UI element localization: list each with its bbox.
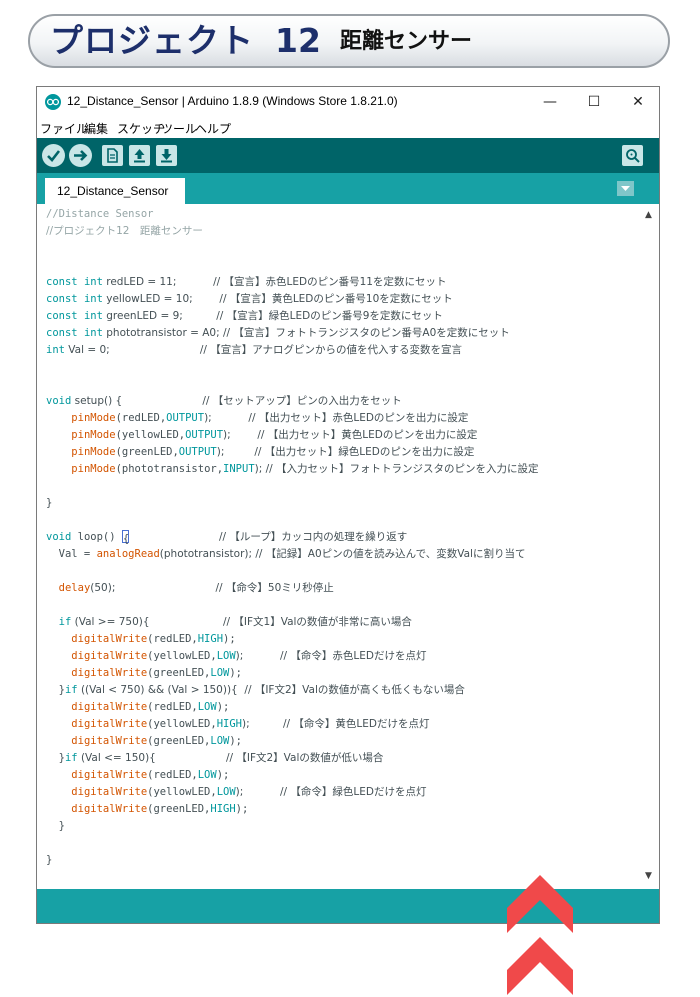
code-line: digitalWrite(redLED,HIGH);	[71, 633, 236, 645]
menu-sketch[interactable]: スケッチ	[117, 120, 165, 137]
code-line: digitalWrite(yellowLED,HIGH); // 【命令】黄色L…	[71, 718, 430, 730]
code-line: digitalWrite(greenLED,LOW);	[71, 735, 242, 747]
open-icon[interactable]	[129, 145, 150, 166]
menu-help[interactable]: ヘルプ	[195, 120, 231, 137]
code-line: int Val = 0; // 【宣言】アナログピンからの値を代入する変数を宣言	[46, 344, 463, 356]
toolbar	[37, 138, 659, 173]
code-line: }	[46, 854, 53, 866]
serial-monitor-icon[interactable]	[622, 145, 643, 166]
arduino-logo-icon	[45, 94, 61, 110]
code-line: }if (Val <= 150){ // 【IF文2】Valの数値が低い場合	[46, 752, 384, 764]
code-line: pinMode(phototransistor,INPUT); // 【入力セッ…	[71, 463, 539, 475]
code-line: const int yellowLED = 10; // 【宣言】黄色LEDのピ…	[46, 293, 453, 305]
code-line: pinMode(greenLED,OUTPUT); // 【出力セット】緑色LE…	[71, 446, 475, 458]
new-icon[interactable]	[102, 145, 123, 166]
minimize-button[interactable]: —	[528, 87, 572, 118]
tab-sketch[interactable]: 12_Distance_Sensor	[45, 178, 185, 204]
tab-menu-chevron-down-icon[interactable]	[617, 181, 634, 196]
tab-label: 12_Distance_Sensor	[57, 184, 169, 198]
title-bar[interactable]: 12_Distance_Sensor | Arduino 1.8.9 (Wind…	[37, 87, 659, 118]
page-banner: プロジェクト 12 距離センサー	[28, 14, 670, 68]
code-line: void loop() { // 【ループ】カッコ内の処理を繰り返す	[46, 530, 408, 545]
code-line: digitalWrite(yellowLED,LOW); // 【命令】緑色LE…	[71, 786, 427, 798]
code-line: digitalWrite(greenLED,LOW);	[71, 667, 242, 679]
scroll-up-arrow-icon[interactable]: ▲	[645, 210, 652, 220]
save-icon[interactable]	[156, 145, 177, 166]
code-line: pinMode(redLED,OUTPUT); // 【出力セット】赤色LEDの…	[71, 412, 469, 424]
verify-icon[interactable]	[42, 144, 65, 167]
vertical-scrollbar[interactable]: ▲ ▼	[641, 204, 659, 889]
code-line: pinMode(yellowLED,OUTPUT); // 【出力セット】黄色L…	[71, 429, 478, 441]
banner-project-label: プロジェクト	[50, 21, 254, 60]
menu-edit[interactable]: 編集	[84, 120, 108, 137]
code-line: }if ((Val < 750) && (Val > 150)){ // 【IF…	[46, 684, 465, 696]
code-line: void setup() { // 【セットアップ】ピンの入出力をセット	[46, 395, 402, 407]
banner-subtitle: 距離センサー	[340, 29, 473, 54]
code-editor[interactable]: //Distance Sensor //プロジェクト12 距離センサー cons…	[37, 204, 641, 889]
menu-bar: ファイル 編集 スケッチ ツール ヘルプ	[37, 118, 659, 138]
code-line: }	[46, 497, 53, 509]
menu-tools[interactable]: ツール	[161, 120, 197, 137]
arduino-ide-window: 12_Distance_Sensor | Arduino 1.8.9 (Wind…	[36, 86, 660, 924]
banner-project-number: 12	[275, 21, 321, 60]
code-line: digitalWrite(redLED,LOW);	[71, 701, 230, 713]
code-line: //Distance Sensor	[46, 208, 154, 220]
code-line: digitalWrite(greenLED,HIGH);	[71, 803, 249, 815]
code-line: digitalWrite(yellowLED,LOW); // 【命令】赤色LE…	[71, 650, 427, 662]
tab-bar: 12_Distance_Sensor	[37, 173, 659, 204]
code-line: digitalWrite(redLED,LOW);	[71, 769, 230, 781]
maximize-button[interactable]: ☐	[572, 87, 616, 118]
code-line: const int redLED = 11; // 【宣言】赤色LEDのピン番号…	[46, 276, 447, 288]
scroll-up-chevrons-icon	[507, 875, 573, 995]
code-line: if (Val >= 750){ // 【IF文1】Valの数値が非常に高い場合	[58, 616, 412, 628]
code-line: }	[46, 820, 65, 832]
code-line: delay(50); // 【命令】50ミリ秒停止	[58, 582, 334, 594]
code-line: //プロジェクト12 距離センサー	[46, 225, 203, 237]
code-line: Val = analogRead(phototransistor); // 【記…	[46, 548, 526, 560]
text-cursor: {	[121, 530, 129, 545]
menu-file[interactable]: ファイル	[40, 120, 88, 137]
window-title: 12_Distance_Sensor | Arduino 1.8.9 (Wind…	[67, 94, 398, 108]
code-line: const int greenLED = 9; // 【宣言】緑色LEDのピン番…	[46, 310, 443, 322]
upload-icon[interactable]	[69, 144, 92, 167]
code-line: const int phototransistor = A0; // 【宣言】フ…	[46, 327, 510, 339]
scroll-down-arrow-icon[interactable]: ▼	[645, 871, 652, 881]
close-button[interactable]: ✕	[616, 87, 660, 118]
